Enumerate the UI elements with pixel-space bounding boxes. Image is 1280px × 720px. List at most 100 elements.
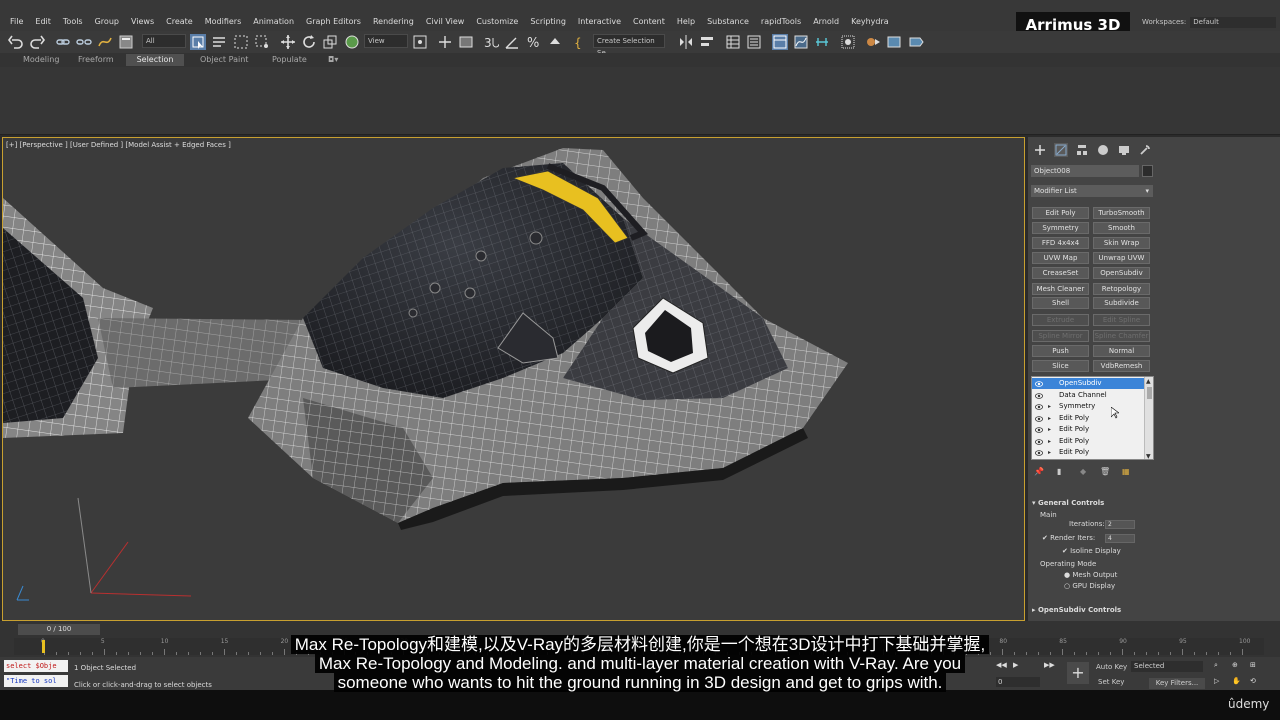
selection-filter-dropdown[interactable]: All	[142, 34, 186, 48]
stack-item[interactable]: Data Channel	[1032, 390, 1144, 401]
material-editor-icon[interactable]	[840, 34, 856, 50]
iterations-spinner[interactable]: 2	[1105, 520, 1135, 529]
move-icon[interactable]	[280, 34, 296, 50]
place-icon[interactable]	[344, 34, 360, 50]
modifier-button[interactable]: Skin Wrap	[1093, 237, 1150, 249]
object-color-swatch[interactable]	[1142, 165, 1153, 177]
opensubdiv-controls-rollout[interactable]: ▸ OpenSubdiv Controls	[1032, 606, 1152, 614]
utilities-tab-icon[interactable]	[1138, 143, 1152, 157]
curve-editor-icon[interactable]	[793, 34, 809, 50]
modifier-button[interactable]: Shell	[1032, 297, 1089, 309]
scale-icon[interactable]	[322, 34, 338, 50]
modifier-button[interactable]: Unwrap UVW	[1093, 252, 1150, 264]
eye-icon[interactable]	[1035, 380, 1043, 387]
render-production-icon[interactable]	[908, 34, 924, 50]
modifier-button[interactable]: Symmetry	[1032, 222, 1089, 234]
scroll-up-icon[interactable]: ▲	[1146, 378, 1151, 385]
menu-item[interactable]: Modifiers	[199, 16, 248, 28]
bind-spacewarp-icon[interactable]	[97, 34, 113, 50]
time-slider[interactable]: 0 / 100	[18, 624, 100, 635]
ribbon-options-icon[interactable]: ◘▾	[318, 54, 348, 66]
gpu-display-radio[interactable]: ○ GPU Display	[1064, 582, 1115, 590]
object-name-field[interactable]: Object008	[1031, 165, 1139, 177]
spinner-snap-icon[interactable]	[547, 34, 563, 50]
scroll-thumb[interactable]	[1147, 387, 1152, 399]
menu-item[interactable]: Help	[671, 16, 701, 28]
scroll-down-icon[interactable]: ▼	[1146, 453, 1151, 459]
display-tab-icon[interactable]	[1117, 143, 1131, 157]
modifier-button[interactable]: Edit Spline	[1093, 314, 1150, 326]
menu-item[interactable]: Group	[89, 16, 125, 28]
modifier-button[interactable]: Mesh Cleaner	[1032, 283, 1089, 295]
menu-item[interactable]: Edit	[29, 16, 57, 28]
render-iters-spinner[interactable]: 4	[1105, 534, 1135, 543]
stack-item[interactable]: ▸ Edit Poly	[1032, 436, 1144, 447]
menu-item[interactable]: Civil View	[420, 16, 471, 28]
edit-named-selection-icon[interactable]: {	[573, 34, 589, 50]
hierarchy-tab-icon[interactable]	[1075, 143, 1089, 157]
menu-item[interactable]: Interactive	[572, 16, 627, 28]
angle-snap-icon[interactable]	[504, 34, 520, 50]
snaps-toggle-icon[interactable]: 3	[483, 34, 500, 50]
redo-icon[interactable]	[29, 34, 45, 50]
expand-icon[interactable]: ▸	[1048, 401, 1051, 412]
expand-icon[interactable]: ▸	[1048, 413, 1051, 424]
modifier-button[interactable]: VdbRemesh	[1093, 360, 1150, 372]
general-controls-header[interactable]: ▾ General Controls	[1032, 499, 1152, 507]
motion-tab-icon[interactable]	[1096, 143, 1110, 157]
mesh-output-radio[interactable]: ● Mesh Output	[1064, 571, 1117, 579]
menu-item[interactable]: Customize	[470, 16, 524, 28]
make-unique-icon[interactable]: ◆	[1080, 467, 1086, 476]
unlink-icon[interactable]	[76, 34, 92, 50]
ribbon-toggle-icon[interactable]	[772, 34, 788, 50]
render-setup-icon[interactable]	[865, 34, 881, 50]
workspaces-value[interactable]: Default	[1190, 17, 1277, 28]
modifier-list-dropdown[interactable]: Modifier List ▾	[1031, 185, 1153, 197]
menu-item[interactable]: rapidTools	[755, 16, 807, 28]
select-by-list-icon[interactable]	[211, 34, 227, 50]
stack-item[interactable]: ▸ Edit Poly	[1032, 447, 1144, 458]
tab-modeling[interactable]: Modeling	[13, 54, 69, 66]
eye-icon[interactable]	[1035, 449, 1043, 456]
menu-item[interactable]: Tools	[57, 16, 89, 28]
modifier-button[interactable]: Normal	[1093, 345, 1150, 357]
eye-icon[interactable]	[1035, 415, 1043, 422]
perspective-viewport[interactable]: [+] [Perspective ] [User Defined ] [Mode…	[2, 137, 1025, 621]
reference-coord-dropdown[interactable]: View	[364, 34, 408, 48]
undo-icon[interactable]	[8, 34, 24, 50]
remove-modifier-icon[interactable]: 🗑	[1100, 467, 1110, 476]
rendered-frame-icon[interactable]	[886, 34, 902, 50]
expand-icon[interactable]: ▸	[1048, 447, 1051, 458]
eye-icon[interactable]	[1035, 426, 1043, 433]
stack-item[interactable]: ▸ Symmetry	[1032, 401, 1144, 412]
menu-item[interactable]: Substance	[701, 16, 755, 28]
rect-selection-icon[interactable]	[233, 34, 249, 50]
eye-icon[interactable]	[1035, 403, 1043, 410]
rotate-icon[interactable]	[301, 34, 317, 50]
pivot-center-icon[interactable]	[412, 34, 428, 50]
modify-tab-icon[interactable]	[1054, 143, 1068, 157]
modifier-button[interactable]: FFD 4x4x4	[1032, 237, 1089, 249]
menu-item[interactable]: Rendering	[367, 16, 420, 28]
isoline-display-checkbox[interactable]: ✔ Isoline Display	[1062, 547, 1121, 555]
pin-stack-icon[interactable]: 📌	[1034, 467, 1044, 476]
configure-modifier-sets-icon[interactable]: ▦	[1122, 467, 1130, 476]
modifier-button[interactable]: OpenSubdiv	[1093, 267, 1150, 279]
keyboard-shortcut-icon[interactable]	[458, 34, 474, 50]
menu-item[interactable]: Arnold	[807, 16, 845, 28]
stack-item[interactable]: ▸ Edit Poly	[1032, 413, 1144, 424]
viewport-label[interactable]: [+] [Perspective ] [User Defined ] [Mode…	[6, 141, 231, 149]
select-by-name-icon[interactable]	[118, 34, 134, 50]
menu-item[interactable]: Create	[160, 16, 199, 28]
modifier-button[interactable]: Push	[1032, 345, 1089, 357]
menu-item[interactable]: Keyhydra	[845, 16, 895, 28]
modifier-button[interactable]: Subdivide	[1093, 297, 1150, 309]
tab-selection[interactable]: Selection	[126, 54, 184, 66]
percent-snap-icon[interactable]: %	[526, 34, 542, 51]
eye-icon[interactable]	[1035, 438, 1043, 445]
modifier-button[interactable]: TurboSmooth	[1093, 207, 1150, 219]
modifier-button[interactable]: Edit Poly	[1032, 207, 1089, 219]
expand-icon[interactable]: ▸	[1048, 424, 1051, 435]
stack-scrollbar[interactable]: ▲ ▼	[1144, 377, 1153, 459]
modifier-button[interactable]: Smooth	[1093, 222, 1150, 234]
